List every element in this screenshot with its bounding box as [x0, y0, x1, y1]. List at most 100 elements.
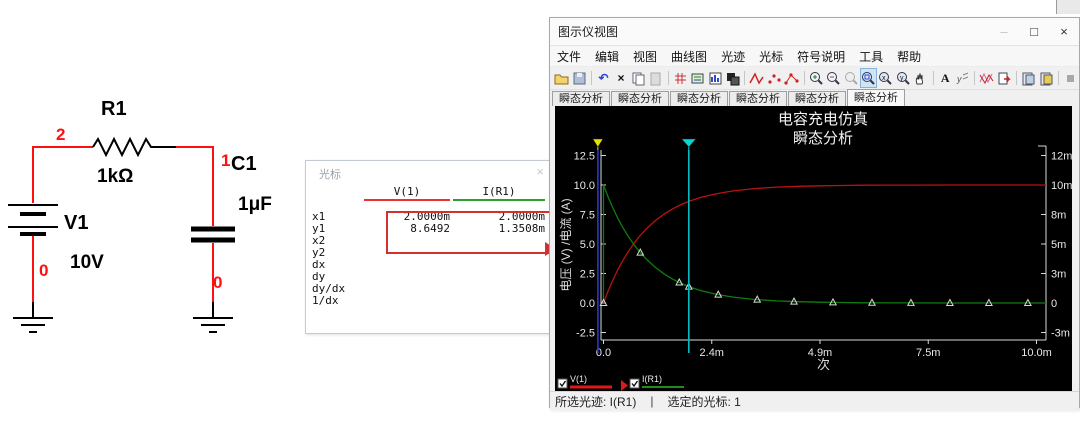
close-button[interactable]: ×: [1049, 19, 1079, 45]
menu-item-3[interactable]: 曲线图: [664, 48, 714, 65]
legend-label-1: I(R1): [642, 374, 662, 384]
legend-label-0: V(1): [570, 374, 587, 384]
svg-text:10.0m: 10.0m: [1021, 347, 1052, 359]
stop-icon[interactable]: [1062, 68, 1079, 88]
circuit-schematic: R1 1kΩ C1 1μF V1 10V 2 1 0 0: [0, 85, 300, 350]
svg-text:0: 0: [1051, 298, 1057, 310]
svg-text:2.5: 2.5: [580, 269, 595, 281]
paste-graph-icon[interactable]: [1037, 68, 1054, 88]
chart-title: 电容充电仿真: [778, 110, 868, 128]
status-selected-trace: 所选光迹: I(R1): [555, 393, 636, 410]
status-selected-cursor: 选定的光标: 1: [667, 393, 740, 410]
status-bar: 所选光迹: I(R1) | 选定的光标: 1: [550, 391, 1079, 410]
menu-item-4[interactable]: 光迹: [714, 48, 752, 65]
open-icon[interactable]: [553, 68, 570, 88]
pan-hand-icon[interactable]: [912, 68, 929, 88]
menu-item-8[interactable]: 帮助: [890, 48, 928, 65]
grapher-window: 图示仪视图 – □ × 文件编辑视图曲线图光迹光标符号说明工具帮助 ↶ × x …: [549, 17, 1080, 408]
trace-probe-icon[interactable]: y: [954, 68, 971, 88]
ground-symbol-left: [13, 318, 53, 332]
tab-transient-analysis-2[interactable]: 瞬态分析: [670, 91, 728, 106]
net-label-0-right: 0: [213, 273, 222, 292]
graph-properties-icon[interactable]: [706, 68, 723, 88]
minimize-button[interactable]: –: [989, 19, 1019, 45]
resistor-symbol: [93, 139, 176, 155]
svg-text:10m: 10m: [1051, 180, 1072, 192]
cursor-row-1-dx: 1/dx: [312, 295, 548, 307]
title-bar: 图示仪视图 – □ ×: [550, 18, 1079, 46]
zoom-out-icon[interactable]: [825, 68, 842, 88]
menu-item-6[interactable]: 符号说明: [790, 48, 852, 65]
zoom-x-icon[interactable]: x: [877, 68, 894, 88]
menu-bar: 文件编辑视图曲线图光迹光标符号说明工具帮助: [550, 46, 1079, 67]
svg-text:-2.5: -2.5: [576, 328, 595, 340]
cursor-col-header-ir1: I(R1): [453, 185, 545, 201]
analysis-tabs: 瞬态分析瞬态分析瞬态分析瞬态分析瞬态分析瞬态分析: [550, 90, 1079, 106]
overlay-windows-icon[interactable]: [724, 68, 741, 88]
maximize-button[interactable]: □: [1019, 19, 1049, 45]
copy-graph-icon[interactable]: [1020, 68, 1037, 88]
legend-icon[interactable]: [689, 68, 706, 88]
background-window-fragment: [1056, 0, 1080, 14]
legend-checkbox-0[interactable]: [558, 379, 567, 388]
trace-line-icon[interactable]: [748, 68, 765, 88]
cursor-col-header-v1: V(1): [364, 185, 450, 201]
copy-icon[interactable]: [630, 68, 647, 88]
zoom-restore-icon[interactable]: [842, 68, 859, 88]
zoom-area-icon[interactable]: [860, 68, 877, 88]
trace-line-points-icon[interactable]: [783, 68, 800, 88]
zoom-in-icon[interactable]: [807, 68, 824, 88]
cursor-readout-panel: 光标 × V(1) I(R1) x12.0000m2.0000my18.6492…: [305, 160, 553, 334]
cursor-row-y2: y2: [312, 247, 548, 259]
svg-text:5m: 5m: [1051, 239, 1066, 251]
menu-item-7[interactable]: 工具: [852, 48, 890, 65]
net-label-2: 2: [56, 125, 65, 144]
ground-symbol-right: [193, 318, 233, 332]
compare-traces-icon[interactable]: [978, 68, 995, 88]
cursor-row-dy-dx: dy/dx: [312, 283, 548, 295]
save-icon[interactable]: [570, 68, 587, 88]
net-label-1: 1: [221, 151, 230, 170]
net-label-0-left: 0: [39, 261, 48, 280]
tab-transient-analysis-5[interactable]: 瞬态分析: [847, 89, 905, 106]
legend-checkbox-1[interactable]: [630, 379, 639, 388]
resistor-ref-label: R1: [101, 98, 127, 120]
chart-subtitle: 瞬态分析: [793, 130, 853, 147]
plot-area: 电容充电仿真瞬态分析12.510.07.55.02.50.0-2.512m10m…: [555, 106, 1072, 391]
delete-icon[interactable]: ×: [612, 68, 629, 88]
menu-item-0[interactable]: 文件: [550, 48, 588, 65]
status-separator: |: [650, 394, 653, 408]
zoom-y-icon[interactable]: y: [895, 68, 912, 88]
menu-item-5[interactable]: 光标: [752, 48, 790, 65]
window-title: 图示仪视图: [550, 23, 989, 40]
cursor-panel-title: 光标: [319, 166, 341, 182]
text-annotation-icon[interactable]: A: [936, 68, 953, 88]
svg-text:12m: 12m: [1051, 151, 1072, 163]
y-axis-label: 电压 (V) /电流 (A): [559, 198, 573, 291]
close-icon[interactable]: ×: [536, 164, 544, 179]
cursor-row-x2: x2: [312, 235, 548, 247]
svg-text:10.0: 10.0: [574, 180, 595, 192]
tab-transient-analysis-4[interactable]: 瞬态分析: [788, 91, 846, 106]
svg-text:3m: 3m: [1051, 269, 1066, 281]
svg-text:y: y: [956, 74, 962, 84]
grid-icon[interactable]: [671, 68, 688, 88]
paste-icon[interactable]: [647, 68, 664, 88]
tab-transient-analysis-1[interactable]: 瞬态分析: [611, 91, 669, 106]
menu-item-2[interactable]: 视图: [626, 48, 664, 65]
menu-item-1[interactable]: 编辑: [588, 48, 626, 65]
tab-transient-analysis-0[interactable]: 瞬态分析: [552, 91, 610, 106]
toolbar: ↶ × x y A y: [550, 67, 1079, 90]
tab-transient-analysis-3[interactable]: 瞬态分析: [729, 91, 787, 106]
trace-points-icon[interactable]: [766, 68, 783, 88]
export-icon[interactable]: [996, 68, 1013, 88]
cursor-row-dy: dy: [312, 271, 548, 283]
svg-text:y: y: [900, 75, 904, 82]
cursor-row-y1: y18.64921.3508m: [312, 223, 548, 235]
svg-text:x: x: [882, 75, 886, 82]
capacitor-value-label: 1μF: [238, 194, 272, 215]
svg-text:12.5: 12.5: [574, 151, 595, 163]
undo-icon[interactable]: ↶: [595, 68, 612, 88]
svg-text:0.0: 0.0: [580, 298, 595, 310]
svg-text:8m: 8m: [1051, 210, 1066, 222]
